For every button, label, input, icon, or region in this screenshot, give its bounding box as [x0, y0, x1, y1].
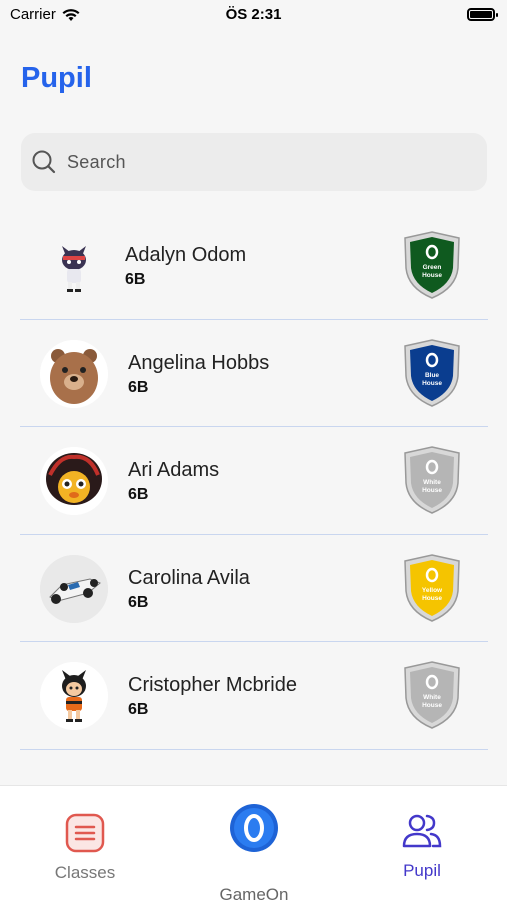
svg-text:White: White	[423, 479, 441, 486]
list-icon	[65, 813, 105, 853]
pupil-name: Angelina Hobbs	[128, 351, 270, 374]
pupil-list: Adalyn Odom 6B Green House Angelina Hobb…	[20, 212, 488, 750]
pupil-row[interactable]: Cristopher Mcbride 6B White House	[20, 642, 488, 750]
svg-text:Blue: Blue	[425, 372, 439, 379]
pupil-name: Ari Adams	[128, 459, 220, 481]
pupil-name: Adalyn Odom	[125, 244, 247, 266]
pupil-row[interactable]: Angelina Hobbs 6B Blue House	[20, 320, 488, 427]
svg-text:Green: Green	[423, 264, 442, 271]
pupil-class: 6B	[128, 593, 149, 611]
tab-gameon-label: GameOn	[219, 885, 289, 900]
svg-text:Yellow: Yellow	[422, 587, 443, 594]
page-title: Pupil	[21, 62, 92, 94]
tab-gameon[interactable]: GameOn	[204, 786, 304, 900]
search-bar[interactable]	[21, 133, 487, 191]
gameon-logo-icon	[230, 804, 278, 852]
tab-pupil[interactable]: Pupil	[372, 786, 472, 900]
search-icon	[32, 150, 56, 174]
white-house-shield-icon: White House	[402, 445, 462, 515]
status-time: ÖS 2:31	[225, 6, 282, 23]
users-icon	[402, 814, 442, 848]
race-car-icon	[40, 554, 108, 623]
pupil-class: 6B	[128, 486, 149, 503]
cat-girl-character-icon	[40, 662, 108, 730]
tab-bar: Classes GameOn Pupil	[0, 785, 507, 900]
tab-classes[interactable]: Classes	[35, 786, 135, 900]
pupil-class: 6B	[125, 271, 146, 288]
cat-character-icon	[40, 232, 108, 300]
svg-text:House: House	[422, 380, 442, 387]
svg-text:House: House	[422, 487, 442, 494]
green-house-shield-icon: Green House	[402, 230, 462, 300]
svg-text:House: House	[422, 702, 442, 709]
pupil-row[interactable]: Adalyn Odom 6B Green House	[20, 212, 488, 320]
status-bar: Carrier ÖS 2:31	[0, 0, 507, 30]
pupil-name: Cristopher Mcbride	[128, 674, 297, 696]
pupil-class: 6B	[128, 701, 149, 718]
svg-text:House: House	[422, 272, 442, 279]
bear-icon	[40, 339, 108, 408]
yellow-house-shield-icon: Yellow House	[402, 553, 462, 623]
search-input[interactable]	[67, 151, 487, 173]
pupil-row[interactable]: Ari Adams 6B White House	[20, 427, 488, 535]
pupil-name: Carolina Avila	[128, 566, 250, 589]
svg-text:House: House	[422, 595, 442, 602]
blue-house-shield-icon: Blue House	[402, 338, 462, 408]
battery-icon	[467, 8, 498, 21]
tab-classes-label: Classes	[54, 863, 116, 882]
tab-pupil-label: Pupil	[403, 861, 441, 880]
pupil-class: 6B	[128, 378, 149, 396]
pupil-row[interactable]: Carolina Avila 6B Yellow House	[20, 535, 488, 642]
svg-text:White: White	[423, 694, 441, 701]
red-hair-character-icon	[40, 447, 108, 515]
white-house-shield-icon: White House	[402, 660, 462, 730]
